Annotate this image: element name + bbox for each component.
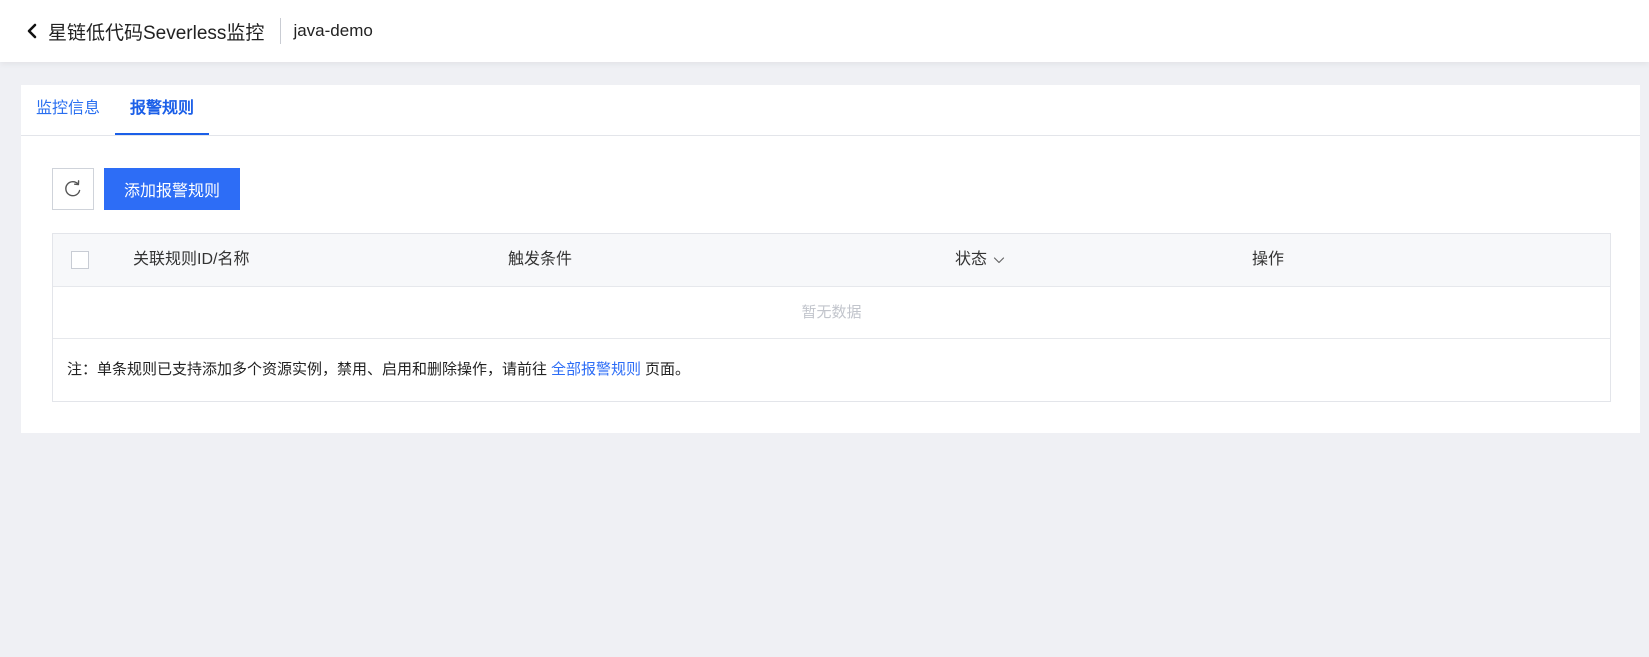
note-suffix: 页面。 (645, 361, 691, 378)
refresh-icon (65, 180, 81, 197)
chevron-down-icon (993, 257, 1005, 264)
page-title: 星链低代码Severless监控 (48, 22, 265, 44)
note-text: 注：单条规则已支持添加多个资源实例，禁用、启用和删除操作，请前往 (67, 361, 548, 378)
column-rule-id-name: 关联规则ID/名称 (133, 251, 250, 268)
rules-table: 关联规则ID/名称 触发条件 状态 操作 暂无数据 注：单条规则已支持添加多个资… (52, 233, 1611, 402)
chevron-left-icon (27, 23, 37, 39)
add-alarm-rule-button[interactable]: 添加报警规则 (104, 168, 241, 210)
tab-alarm-rules[interactable]: 报警规则 (115, 84, 210, 135)
column-actions: 操作 (1252, 251, 1285, 268)
tab-bar: 监控信息 报警规则 (21, 85, 1640, 136)
table-note: 注：单条规则已支持添加多个资源实例，禁用、启用和删除操作，请前往 全部报警规则 页面… (53, 339, 1610, 401)
column-status: 状态 (955, 251, 988, 268)
all-alarm-rules-link[interactable]: 全部报警规则 (551, 361, 641, 378)
table-header: 关联规则ID/名称 触发条件 状态 操作 (53, 234, 1610, 287)
refresh-button[interactable] (52, 168, 94, 210)
header-divider (280, 18, 282, 44)
empty-state: 暂无数据 (53, 287, 1610, 339)
app-name: java-demo (293, 21, 373, 40)
column-trigger-condition: 触发条件 (508, 251, 573, 268)
content-panel: 监控信息 报警规则 添加报警规则 关联规则ID/名称 触发条件 状态 操作 暂无… (21, 85, 1640, 433)
back-button[interactable] (22, 21, 42, 41)
tab-monitor-info[interactable]: 监控信息 (21, 84, 115, 135)
select-all-checkbox[interactable] (71, 251, 89, 269)
toolbar: 添加报警规则 (52, 168, 241, 210)
top-header: 星链低代码Severless监控 java-demo (0, 0, 1649, 62)
column-status-filter[interactable]: 状态 (955, 234, 1005, 286)
